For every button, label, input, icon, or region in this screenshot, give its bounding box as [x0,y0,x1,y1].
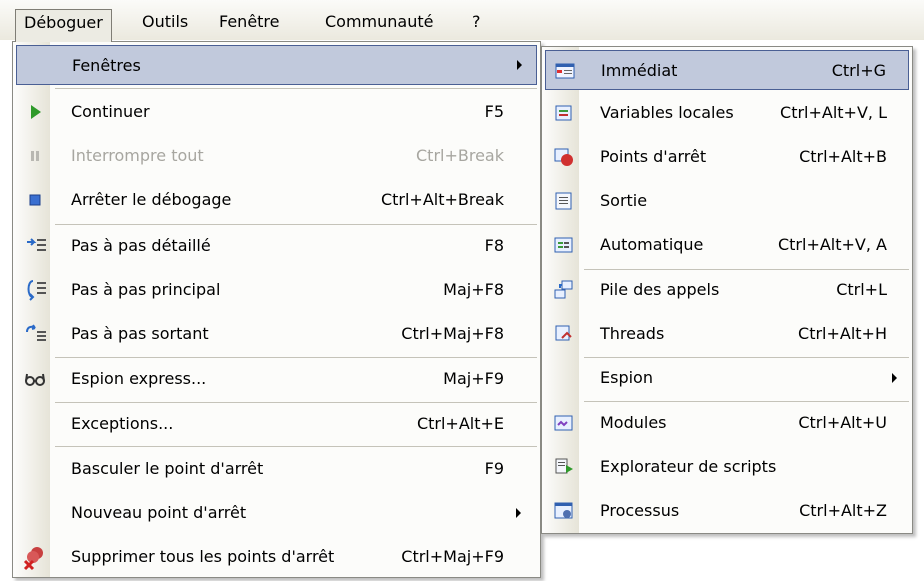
debug-menu: Fenêtres Continuer F5 Interrompre tout C… [12,41,541,578]
submenu-item-call-stack[interactable]: Pile des appels Ctrl+L [545,270,909,310]
submenu-item-processes[interactable]: Processus Ctrl+Alt+Z [545,491,909,531]
menu-item-break-all[interactable]: Interrompre tout Ctrl+Break [16,136,537,176]
output-icon [555,192,572,210]
pause-icon [31,151,39,161]
menu-item-windows[interactable]: Fenêtres [16,45,537,85]
menu-help[interactable]: ? [472,9,481,37]
submenu-item-locals[interactable]: Variables locales Ctrl+Alt+V, L [545,93,909,133]
menu-item-quickwatch[interactable]: Espion express... Maj+F9 [16,359,537,399]
submenu-item-immediate[interactable]: Immédiat Ctrl+G [545,50,909,90]
threads-icon [555,325,572,341]
locals-icon [555,105,572,121]
menu-item-exceptions[interactable]: Exceptions... Ctrl+Alt+E [16,404,537,444]
menu-item-delete-all-breakpoints[interactable]: Supprimer tous les points d'arrêt Ctrl+M… [16,537,537,577]
play-icon [31,105,41,119]
menu-item-continue[interactable]: Continuer F5 [16,92,537,132]
submenu-item-script-explorer[interactable]: Explorateur de scripts [545,447,909,487]
call-stack-icon [554,280,573,299]
submenu-item-output[interactable]: Sortie [545,181,909,221]
submenu-arrow-icon [892,373,897,383]
immediate-window-icon [555,63,575,79]
menu-item-step-into[interactable]: Pas à pas détaillé F8 [16,226,537,266]
step-into-icon [27,238,46,251]
stop-icon [29,194,41,206]
menu-item-toggle-breakpoint[interactable]: Basculer le point d'arrêt F9 [16,449,537,489]
menu-bar: Déboguer Outils Fenêtre Communauté ? [0,0,924,42]
menu-item-new-breakpoint[interactable]: Nouveau point d'arrêt [16,493,537,533]
autos-icon [554,237,573,253]
submenu-item-breakpoints[interactable]: Points d'arrêt Ctrl+Alt+B [545,137,909,177]
processes-icon [554,502,573,519]
modules-icon [554,415,573,431]
menu-item-label: Fenêtres [72,56,141,75]
menu-item-step-over[interactable]: Pas à pas principal Maj+F8 [16,270,537,310]
glasses-icon [25,373,45,386]
menu-window[interactable]: Fenêtre [219,9,280,37]
menu-item-stop-debugging[interactable]: Arrêter le débogage Ctrl+Alt+Break [16,180,537,220]
submenu-arrow-icon [517,60,522,70]
delete-breakpoints-icon [23,547,43,571]
submenu-item-threads[interactable]: Threads Ctrl+Alt+H [545,314,909,354]
script-explorer-icon [555,458,573,474]
menu-item-step-out[interactable]: Pas à pas sortant Ctrl+Maj+F8 [16,314,537,354]
menu-tools[interactable]: Outils [142,9,188,37]
step-over-icon [27,280,46,301]
breakpoints-icon [554,148,573,166]
menu-debug[interactable]: Déboguer [15,9,112,42]
submenu-item-modules[interactable]: Modules Ctrl+Alt+U [545,403,909,443]
step-out-icon [26,324,46,341]
submenu-arrow-icon [516,508,521,518]
menu-community[interactable]: Communauté [325,9,433,37]
windows-submenu: Immédiat Ctrl+G Variables locales Ctrl+A… [541,46,913,534]
submenu-item-autos[interactable]: Automatique Ctrl+Alt+V, A [545,225,909,265]
submenu-item-watch[interactable]: Espion [545,358,909,398]
